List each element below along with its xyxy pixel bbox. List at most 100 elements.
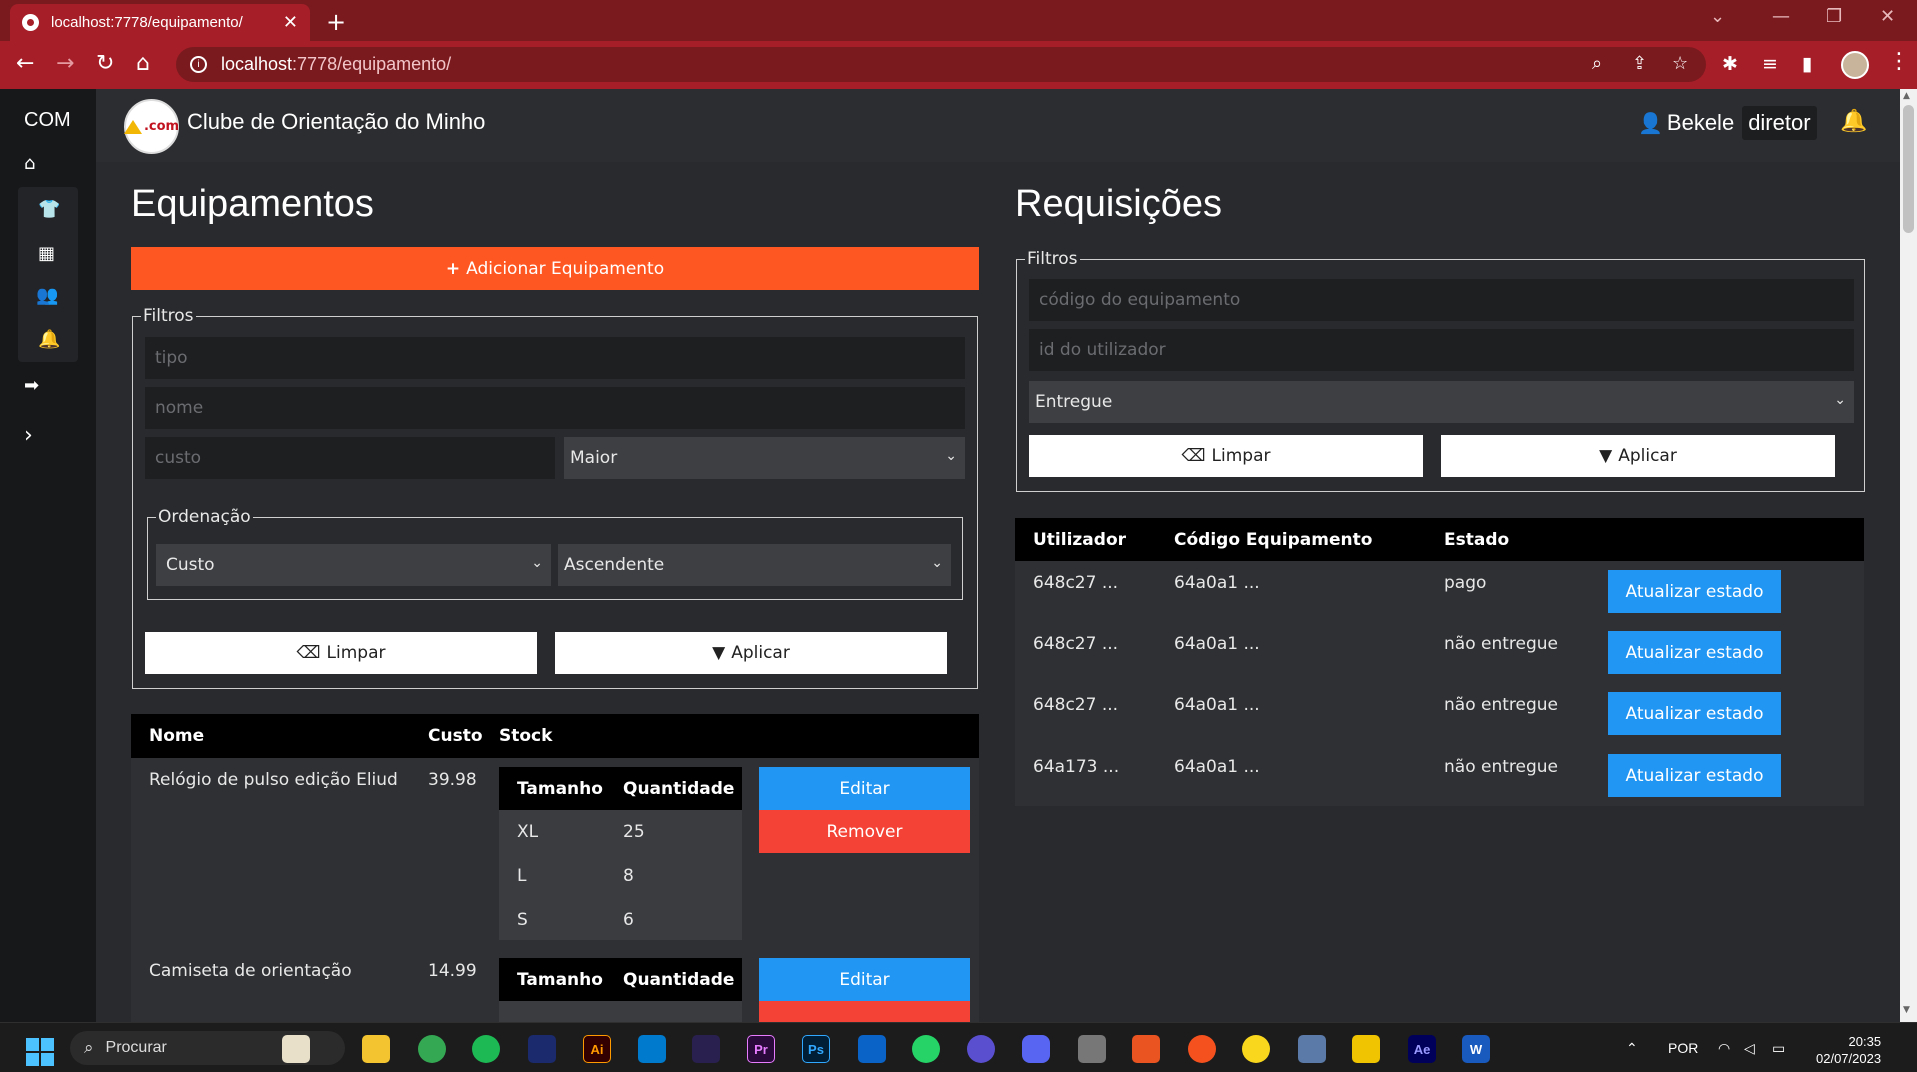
page-scrollbar[interactable]: ▲ ▼	[1900, 89, 1917, 1022]
tab-title: localhost:7778/equipamento/	[51, 14, 243, 31]
close-window-icon[interactable]: ✕	[1880, 6, 1895, 27]
tab-favicon-icon	[22, 14, 39, 31]
side-panel-icon[interactable]: ▮	[1802, 53, 1812, 75]
order-direction-select[interactable]: Ascendente ⌄	[558, 544, 951, 586]
club-logo[interactable]: .com	[123, 99, 179, 154]
browser-menu-icon[interactable]: ⋮	[1888, 49, 1910, 74]
widgets-icon[interactable]	[282, 1035, 310, 1063]
tipo-filter-input[interactable]	[145, 337, 965, 379]
restore-window-icon[interactable]: ❐	[1826, 6, 1842, 27]
extensions-icon[interactable]: ✱	[1722, 53, 1738, 75]
media-queue-icon[interactable]: ≡	[1762, 53, 1778, 75]
illustrator-icon[interactable]: Ai	[583, 1035, 611, 1063]
logout-icon[interactable]: ➡	[24, 375, 39, 396]
update-state-button[interactable]: Atualizar estado	[1608, 631, 1781, 674]
shirt-icon[interactable]: 👕	[38, 199, 60, 220]
clear-filters-button[interactable]: ⌫ Limpar	[145, 632, 537, 674]
apply-filters-button[interactable]: ▼ Aplicar	[555, 632, 947, 674]
stock-row: XL 25	[499, 810, 742, 854]
custo-filter-input[interactable]	[145, 437, 555, 479]
scrollbar-thumb[interactable]	[1903, 105, 1914, 233]
update-state-button[interactable]: Atualizar estado	[1608, 754, 1781, 797]
volume-icon[interactable]: ◁	[1744, 1040, 1755, 1057]
tray-chevron-icon[interactable]: ⌃	[1626, 1040, 1638, 1057]
app-sidebar: COM ⌂ 👕 ▦ 👥 🔔 ➡ ›	[0, 89, 96, 1022]
mail-icon[interactable]	[858, 1035, 886, 1063]
scroll-down-icon[interactable]: ▼	[1903, 1005, 1910, 1015]
nome-filter-input[interactable]	[145, 387, 965, 429]
share-icon[interactable]: ⇪	[1632, 53, 1647, 74]
calendar-icon[interactable]: ▦	[38, 243, 55, 264]
expand-sidebar-icon[interactable]: ›	[24, 423, 33, 448]
after-effects-alt-icon[interactable]	[692, 1035, 720, 1063]
file-explorer-icon[interactable]	[362, 1035, 390, 1063]
tab-search-chevron-icon[interactable]: ⌄	[1710, 6, 1725, 27]
stock-size: L	[517, 866, 527, 886]
column-header-stock: Stock	[499, 726, 553, 746]
bookmark-star-icon[interactable]: ☆	[1672, 53, 1688, 74]
site-info-icon[interactable]: i	[190, 56, 207, 73]
zoom-icon[interactable]: ⌕	[1592, 53, 1602, 74]
user-menu[interactable]: 👤 Bekele diretor	[1638, 106, 1817, 140]
address-bar[interactable]: i localhost:7778/equipamento/	[176, 47, 1706, 82]
brand-label[interactable]: COM	[24, 109, 71, 132]
spotify-icon[interactable]	[472, 1035, 500, 1063]
reload-icon[interactable]: ↻	[96, 51, 114, 76]
new-tab-icon[interactable]: +	[326, 8, 346, 36]
wifi-icon[interactable]: ◠	[1718, 1040, 1730, 1057]
taskbar-clock[interactable]: 20:35 02/07/2023	[1816, 1033, 1881, 1067]
request-state: pago	[1444, 573, 1487, 593]
update-state-button[interactable]: Atualizar estado	[1608, 570, 1781, 613]
home-nav-icon[interactable]: ⌂	[24, 153, 35, 174]
language-indicator[interactable]: POR	[1668, 1040, 1698, 1056]
virtualbox-icon[interactable]	[1298, 1035, 1326, 1063]
edit-button[interactable]: Editar	[759, 767, 970, 810]
battery-icon[interactable]: ▭	[1772, 1040, 1785, 1057]
close-tab-icon[interactable]: ✕	[283, 12, 298, 33]
clear-requests-button[interactable]: ⌫ Limpar	[1029, 435, 1423, 477]
forward-icon[interactable]: →	[56, 51, 74, 76]
update-state-button[interactable]: Atualizar estado	[1608, 692, 1781, 735]
order-field-select[interactable]: Custo ⌄	[156, 544, 551, 586]
discord-icon[interactable]	[1022, 1035, 1050, 1063]
app-icon[interactable]	[1188, 1035, 1216, 1063]
photoshop-icon[interactable]: Ps	[802, 1035, 830, 1063]
state-filter-select[interactable]: Entregue ⌄	[1029, 381, 1854, 423]
clock-date: 02/07/2023	[1816, 1051, 1882, 1066]
ubuntu-icon[interactable]	[1132, 1035, 1160, 1063]
after-effects-icon[interactable]: Ae	[1408, 1035, 1436, 1063]
equipment-code-input[interactable]	[1029, 279, 1854, 321]
back-icon[interactable]: ←	[16, 51, 34, 76]
app-icon[interactable]	[967, 1035, 995, 1063]
column-header-quantidade: Quantidade	[623, 970, 735, 990]
windows-start-icon[interactable]	[26, 1038, 54, 1066]
chrome-icon[interactable]	[418, 1035, 446, 1063]
remove-button[interactable]: Remover	[759, 810, 970, 853]
filters-legend: Filtros	[143, 306, 194, 326]
add-equipment-button[interactable]: + Adicionar Equipamento	[131, 247, 979, 290]
remove-button[interactable]	[759, 1001, 970, 1022]
user-id-input[interactable]	[1029, 329, 1854, 371]
bell-nav-icon[interactable]: 🔔	[38, 329, 60, 350]
tips-icon[interactable]	[1242, 1035, 1270, 1063]
app-icon[interactable]	[1078, 1035, 1106, 1063]
users-icon[interactable]: 👥	[36, 285, 58, 306]
app-icon[interactable]	[1352, 1035, 1380, 1063]
profile-avatar[interactable]	[1841, 51, 1869, 79]
minimize-window-icon[interactable]: —	[1772, 6, 1790, 27]
edit-button[interactable]: Editar	[759, 958, 970, 1001]
word-icon[interactable]: W	[1462, 1035, 1490, 1063]
cost-comparator-select[interactable]: Maior ⌄	[564, 437, 965, 479]
premiere-icon[interactable]: Pr	[747, 1035, 775, 1063]
browser-tab[interactable]: localhost:7778/equipamento/ ✕	[10, 4, 310, 41]
apply-requests-button[interactable]: ▼ Aplicar	[1441, 435, 1835, 477]
whatsapp-icon[interactable]	[912, 1035, 940, 1063]
search-icon: ⌕	[84, 1038, 94, 1057]
requests-table-header: Utilizador Código Equipamento Estado	[1015, 518, 1864, 561]
vscode-icon[interactable]	[638, 1035, 666, 1063]
scroll-up-icon[interactable]: ▲	[1903, 91, 1910, 101]
home-icon[interactable]: ⌂	[136, 51, 150, 76]
notifications-bell-icon[interactable]: 🔔	[1840, 109, 1867, 134]
app-icon[interactable]	[528, 1035, 556, 1063]
request-state: não entregue	[1444, 695, 1558, 715]
